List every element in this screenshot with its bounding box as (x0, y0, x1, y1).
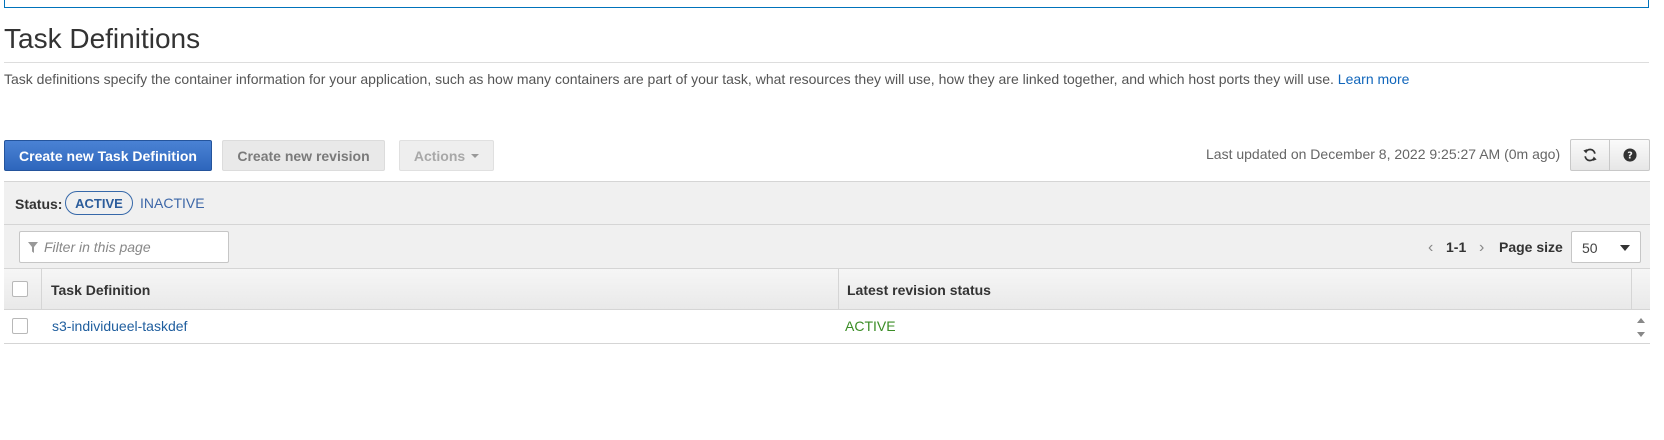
column-divider (41, 269, 42, 309)
status-inactive-toggle[interactable]: INACTIVE (140, 195, 205, 211)
learn-more-link[interactable]: Learn more (1338, 71, 1410, 87)
caret-down-icon (1620, 245, 1630, 251)
table-row: s3-individueel-taskdef ACTIVE (4, 310, 1650, 343)
page-range: 1-1 (1446, 239, 1467, 255)
actions-label: Actions (413, 147, 466, 164)
column-divider (838, 269, 839, 309)
help-icon: ? (1622, 148, 1637, 162)
description-text: Task definitions specify the container i… (4, 71, 1334, 87)
status-filter-bar: Status: ACTIVE INACTIVE (4, 181, 1650, 225)
column-divider (1631, 269, 1632, 309)
column-header-latest-revision-status[interactable]: Latest revision status (847, 282, 991, 298)
page-size-value: 50 (1582, 240, 1598, 256)
refresh-icon (1583, 148, 1597, 162)
last-updated-text: Last updated on December 8, 2022 9:25:27… (1206, 146, 1561, 162)
filter-icon (28, 242, 38, 253)
filter-bar: ‹ 1-1 › Page size 50 (4, 225, 1650, 269)
filter-input[interactable] (42, 232, 228, 262)
page-size-select[interactable]: 50 (1571, 231, 1641, 263)
create-task-definition-button[interactable]: Create new Task Definition (4, 140, 212, 171)
status-label: Status: (15, 196, 63, 212)
row-checkbox[interactable] (12, 318, 28, 334)
status-active-toggle[interactable]: ACTIVE (65, 191, 133, 215)
select-all-checkbox[interactable] (12, 281, 28, 297)
revision-status: ACTIVE (845, 318, 896, 334)
table-scrollbar[interactable] (1634, 312, 1648, 342)
task-definitions-panel: Status: ACTIVE INACTIVE ‹ 1-1 › Page siz… (4, 181, 1650, 344)
page-description: Task definitions specify the container i… (4, 71, 1409, 87)
scroll-down-icon[interactable] (1637, 332, 1645, 337)
next-page-icon[interactable]: › (1479, 239, 1484, 257)
previous-page-icon[interactable]: ‹ (1428, 239, 1433, 257)
filter-field[interactable] (19, 231, 229, 263)
help-button[interactable]: ? (1610, 139, 1650, 171)
svg-text:?: ? (1627, 151, 1633, 162)
title-divider (4, 62, 1649, 63)
page-title: Task Definitions (4, 23, 201, 54)
create-revision-button[interactable]: Create new revision (222, 140, 385, 171)
table-header: Task Definition Latest revision status (4, 269, 1650, 310)
actions-dropdown[interactable]: Actions (399, 140, 494, 171)
task-definition-link[interactable]: s3-individueel-taskdef (52, 318, 187, 334)
caret-down-icon (471, 154, 480, 158)
page-size-label: Page size (1499, 239, 1563, 255)
column-header-task-definition[interactable]: Task Definition (51, 282, 150, 298)
info-banner (4, 0, 1649, 8)
scroll-up-icon[interactable] (1637, 318, 1645, 323)
refresh-button[interactable] (1570, 139, 1610, 171)
